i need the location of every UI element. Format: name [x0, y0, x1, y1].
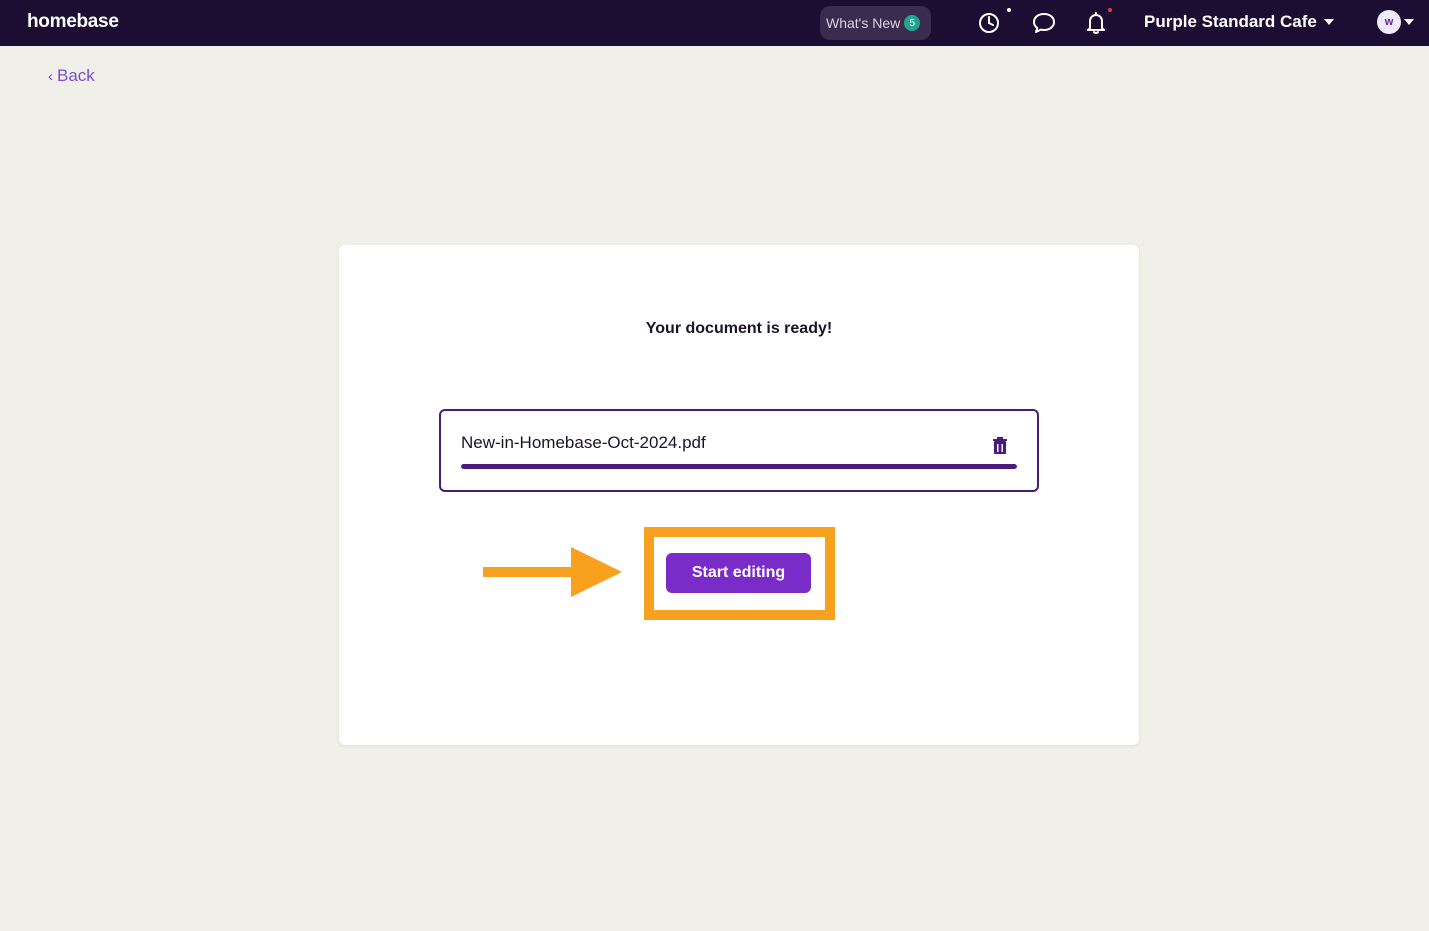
- card-title: Your document is ready!: [645, 320, 833, 337]
- upload-progress-bar: [461, 464, 1017, 469]
- file-name: New-in-Homebase-Oct-2024.pdf: [461, 433, 706, 452]
- timeclock-indicator-dot: [1007, 8, 1011, 12]
- arrow-right-icon: [483, 547, 622, 597]
- whats-new-label: What's New: [826, 15, 901, 31]
- top-nav-bar: homebase What's New 5 Purple Standard Ca…: [0, 0, 1429, 46]
- timeclock-icon[interactable]: [976, 10, 1002, 36]
- chevron-left-icon: ‹: [48, 67, 53, 85]
- upload-progress-fill: [461, 464, 1017, 469]
- homebase-logo[interactable]: homebase: [27, 11, 119, 33]
- notification-indicator-dot: [1108, 8, 1112, 12]
- chat-icon[interactable]: [1031, 10, 1057, 36]
- location-name: Purple Standard Cafe: [1144, 12, 1317, 31]
- trash-icon[interactable]: [992, 437, 1008, 460]
- bell-icon[interactable]: [1083, 10, 1109, 36]
- location-switcher[interactable]: Purple Standard Cafe: [1144, 12, 1334, 32]
- whats-new-button[interactable]: What's New 5: [820, 6, 931, 40]
- chevron-down-icon: [1323, 19, 1334, 25]
- back-link[interactable]: ‹ Back: [48, 66, 95, 86]
- whats-new-count-badge: 5: [904, 15, 921, 31]
- start-editing-button[interactable]: Start editing: [666, 553, 811, 593]
- document-ready-card: Your document is ready! New-in-Homebase-…: [339, 245, 1139, 745]
- uploaded-file-item: New-in-Homebase-Oct-2024.pdf: [439, 409, 1039, 492]
- avatar: w: [1377, 10, 1401, 34]
- back-label: Back: [57, 66, 95, 85]
- user-menu[interactable]: w: [1377, 10, 1414, 34]
- chevron-down-icon: [1404, 19, 1414, 25]
